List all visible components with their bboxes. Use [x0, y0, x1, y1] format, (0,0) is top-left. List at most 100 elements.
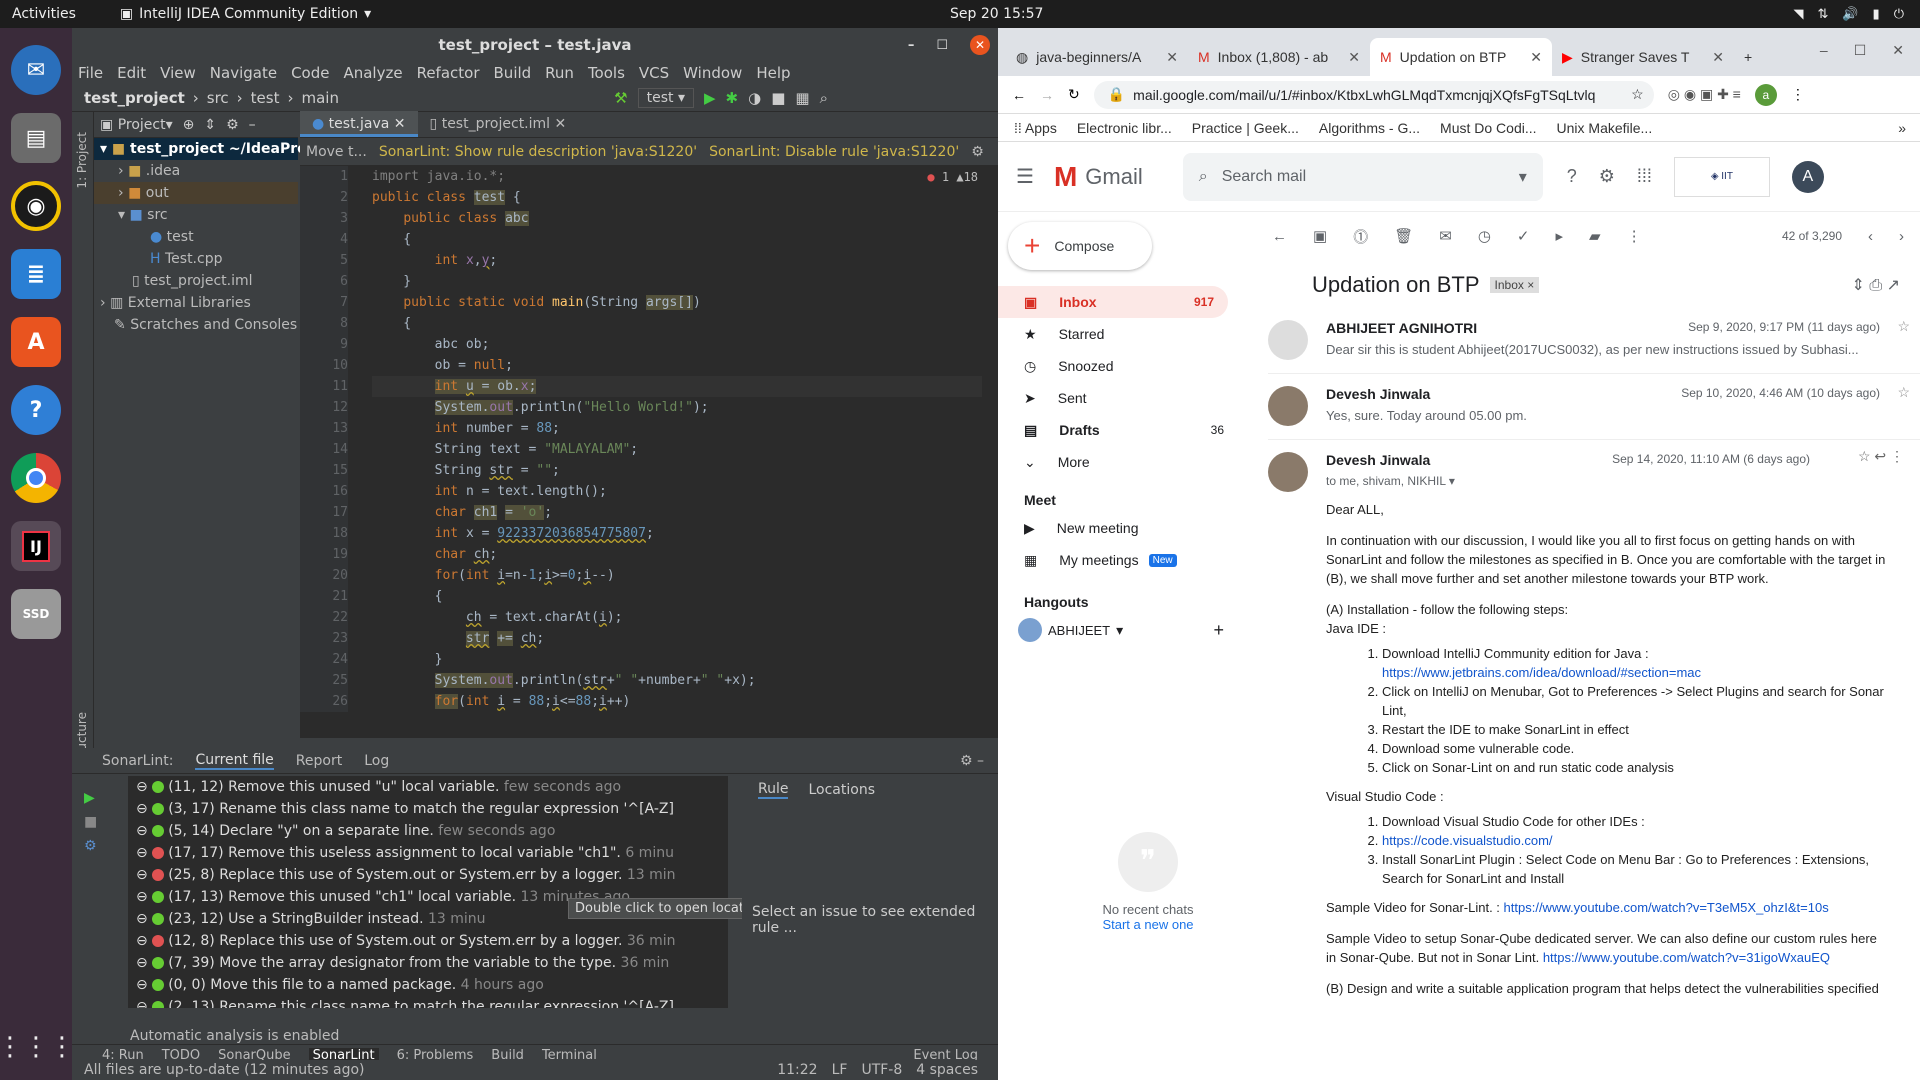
- panel-gear-icon[interactable]: ⚙ –: [960, 753, 984, 769]
- extension-icons[interactable]: ◎ ◉ ▣ ✚ ≡: [1668, 86, 1741, 103]
- account-avatar[interactable]: A: [1791, 160, 1824, 193]
- menu-help[interactable]: Help: [756, 64, 790, 82]
- maximize-icon[interactable]: ☐: [936, 38, 948, 53]
- more-icon[interactable]: ⋮: [1627, 227, 1642, 245]
- inbox-label[interactable]: Inbox ×: [1489, 277, 1540, 293]
- prev-icon[interactable]: ‹: [1868, 228, 1873, 245]
- writer-icon[interactable]: ≣: [11, 249, 61, 299]
- system-tray[interactable]: ◥ ⇅ 🔊 ▮ ⏻: [1793, 7, 1904, 22]
- hammer-icon[interactable]: ⚒: [614, 89, 627, 107]
- search-everywhere-icon[interactable]: ⌕: [820, 89, 828, 107]
- bookmark[interactable]: Must Do Codi...: [1440, 120, 1536, 136]
- nav-more[interactable]: ⌄ More: [998, 446, 1238, 478]
- add-task-icon[interactable]: ✓: [1517, 227, 1530, 245]
- nav-drafts[interactable]: ▤ Drafts 36: [998, 414, 1238, 446]
- spam-icon[interactable]: ⓵: [1353, 226, 1368, 247]
- run-config-select[interactable]: test ▾: [637, 87, 694, 108]
- locate-icon[interactable]: ⊕: [183, 117, 195, 133]
- menu-analyze[interactable]: Analyze: [343, 64, 402, 82]
- close-icon[interactable]: ✕: [1348, 49, 1360, 66]
- vscode-link[interactable]: https://code.visualstudio.com/: [1382, 833, 1553, 848]
- help-icon[interactable]: ?: [11, 385, 61, 435]
- software-icon[interactable]: A: [11, 317, 61, 367]
- tab-github[interactable]: ◍ java-beginners/A ✕: [1006, 38, 1188, 76]
- youtube-link-1[interactable]: https://www.youtube.com/watch?v=T3eM5X_o…: [1504, 900, 1829, 915]
- tab-project-iml[interactable]: ▯ test_project.iml ✕: [418, 111, 579, 137]
- menu-edit[interactable]: Edit: [117, 64, 146, 82]
- message-collapsed[interactable]: Devesh Jinwala Yes, sure. Today around 0…: [1268, 374, 1920, 440]
- settings-icon[interactable]: ⚙: [84, 838, 97, 854]
- tree-node[interactable]: ● test: [94, 226, 298, 248]
- menu-code[interactable]: Code: [291, 64, 329, 82]
- star-icon[interactable]: ☆: [1631, 86, 1644, 103]
- thunderbird-icon[interactable]: ✉: [11, 45, 61, 95]
- debug-icon[interactable]: ✱: [726, 89, 739, 107]
- issue-row[interactable]: ⊖ (3, 17) Rename this class name to matc…: [128, 798, 728, 820]
- indent[interactable]: 4 spaces: [916, 1062, 978, 1078]
- tree-node[interactable]: ▾ ■ test_project ~/IdeaPro: [94, 138, 307, 160]
- tab-youtube[interactable]: ▶ Stranger Saves T ✕: [1552, 38, 1734, 76]
- move-icon[interactable]: ▸: [1556, 227, 1564, 245]
- snooze-icon[interactable]: ◷: [1478, 227, 1491, 245]
- minimize-icon[interactable]: –: [1820, 42, 1828, 59]
- files-icon[interactable]: ▤: [11, 113, 61, 163]
- close-icon[interactable]: ✕: [1166, 49, 1178, 66]
- profile-avatar[interactable]: a: [1754, 83, 1777, 106]
- project-view-select[interactable]: ▣ Project▾: [100, 117, 173, 133]
- encoding[interactable]: UTF-8: [861, 1062, 902, 1078]
- bookmark[interactable]: Electronic libr...: [1077, 120, 1172, 136]
- jetbrains-link[interactable]: https://www.jetbrains.com/idea/download/…: [1382, 665, 1701, 680]
- back-icon[interactable]: ←: [1012, 87, 1026, 103]
- issue-row[interactable]: ⊖ (17, 17) Remove this useless assignmen…: [128, 842, 728, 864]
- menu-navigate[interactable]: Navigate: [210, 64, 277, 82]
- tree-node[interactable]: ▯ test_project.iml: [94, 270, 298, 292]
- star-icon[interactable]: ☆: [1897, 318, 1910, 335]
- tree-node[interactable]: ✎ Scratches and Consoles: [94, 314, 298, 336]
- tab-log[interactable]: Log: [364, 753, 389, 769]
- apps-grid-icon[interactable]: ⁞⁞⁞: [1637, 166, 1652, 187]
- bookmark[interactable]: Practice | Geek...: [1192, 120, 1299, 136]
- menu-view[interactable]: View: [160, 64, 196, 82]
- close-icon[interactable]: ✕: [1712, 49, 1724, 66]
- message-collapsed[interactable]: ABHIJEET AGNIHOTRI Dear sir this is stud…: [1268, 308, 1920, 374]
- gear-icon[interactable]: ⚙: [226, 117, 239, 133]
- issue-row[interactable]: ⊖ (7, 39) Move the array designator from…: [128, 952, 728, 974]
- analyze-run-icon[interactable]: ▶: [84, 790, 95, 806]
- clock[interactable]: Sep 20 15:57: [950, 6, 1043, 22]
- show-apps-icon[interactable]: ⋮⋮⋮: [0, 1032, 75, 1062]
- print-icon[interactable]: ⇕ ⎙ ↗: [1851, 275, 1900, 295]
- breadcrumb-test[interactable]: test: [251, 89, 280, 107]
- main-menu-icon[interactable]: ☰: [1016, 164, 1034, 189]
- tree-node[interactable]: H Test.cpp: [94, 248, 298, 270]
- app-menu[interactable]: ▣ IntelliJ IDEA Community Edition ▾: [120, 6, 371, 22]
- breadcrumb-main[interactable]: main: [301, 89, 338, 107]
- menu-build[interactable]: Build: [494, 64, 532, 82]
- coverage-icon[interactable]: ◑: [748, 89, 761, 107]
- nav-inbox[interactable]: ▣ Inbox 917: [998, 286, 1228, 318]
- new-tab-button[interactable]: +: [1734, 38, 1774, 76]
- new-meeting-link[interactable]: ▶ New meeting: [998, 512, 1238, 544]
- delete-icon[interactable]: 🗑: [1394, 227, 1413, 245]
- address-bar[interactable]: 🔒 mail.google.com/mail/u/1/#inbox/KtbxLwh…: [1093, 80, 1654, 109]
- tab-inbox[interactable]: M Inbox (1,808) - ab ✕: [1188, 38, 1370, 76]
- stop-icon[interactable]: ■: [771, 89, 785, 107]
- menu-file[interactable]: File: [78, 64, 103, 82]
- reload-icon[interactable]: ↻: [1068, 86, 1080, 103]
- start-chat-link[interactable]: Start a new one: [1068, 917, 1228, 932]
- tool-project[interactable]: 1: Project: [75, 132, 89, 189]
- banner-move[interactable]: Move t...: [306, 144, 367, 160]
- tab-rule[interactable]: Rule: [758, 781, 789, 799]
- archive-icon[interactable]: ▣: [1313, 227, 1327, 245]
- nav-starred[interactable]: ★ Starred: [998, 318, 1238, 350]
- tab-locations[interactable]: Locations: [808, 782, 875, 798]
- hide-icon[interactable]: –: [249, 117, 256, 133]
- tab-report[interactable]: Report: [296, 753, 342, 769]
- compose-button[interactable]: + Compose: [1008, 222, 1152, 270]
- disable-rule-link[interactable]: SonarLint: Disable rule 'java:S1220': [709, 144, 959, 160]
- back-icon[interactable]: ←: [1272, 228, 1287, 245]
- minimize-icon[interactable]: –: [908, 38, 915, 53]
- menu-icon[interactable]: ⋮: [1791, 86, 1805, 103]
- issue-row[interactable]: ⊖ (12, 8) Replace this use of System.out…: [128, 930, 728, 952]
- tree-node[interactable]: › ■ out: [94, 182, 298, 204]
- line-ending[interactable]: LF: [832, 1062, 848, 1078]
